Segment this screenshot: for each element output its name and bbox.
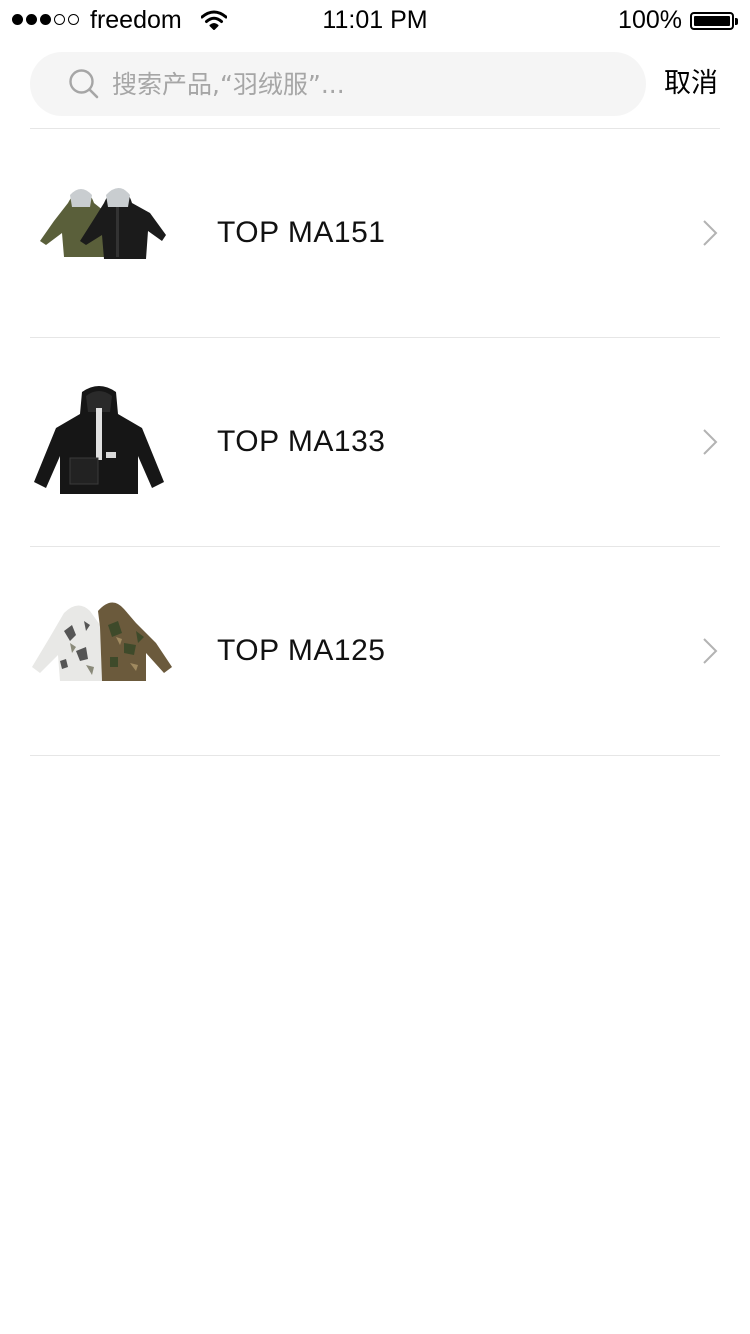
product-list-item[interactable]: TOP MA125 [30, 547, 720, 755]
search-input[interactable] [112, 52, 612, 116]
battery-icon [690, 12, 734, 30]
cancel-button[interactable]: 取消 [664, 64, 718, 104]
chevron-right-icon [703, 220, 718, 246]
chevron-right-icon [703, 638, 718, 664]
status-bar: freedom 11:01 PM 100% [0, 0, 750, 40]
battery-percentage: 100% [618, 6, 682, 34]
product-list: TOP MA151 TOP MA133 TOP MA125 [30, 128, 720, 756]
product-list-item[interactable]: TOP MA151 [30, 129, 720, 337]
chevron-right-icon [703, 429, 718, 455]
product-title: TOP MA151 [217, 216, 386, 249]
product-title: TOP MA133 [217, 425, 386, 458]
battery-tip [735, 18, 738, 25]
search-bar[interactable] [30, 52, 646, 116]
puffer-jackets-thumbnail [40, 188, 166, 259]
product-list-item[interactable]: TOP MA133 [30, 338, 720, 546]
product-title: TOP MA125 [217, 634, 386, 667]
camo-jackets-thumbnail [32, 602, 172, 681]
black-jacket-thumbnail [34, 386, 164, 494]
search-icon [69, 69, 99, 99]
divider [30, 755, 720, 756]
